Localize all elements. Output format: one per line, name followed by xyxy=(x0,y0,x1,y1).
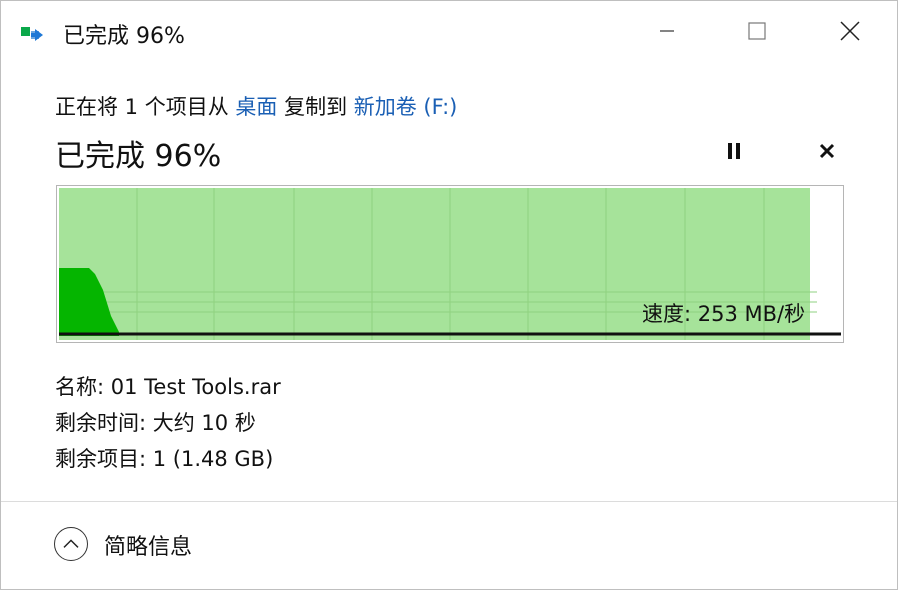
chevron-up-icon xyxy=(54,527,88,561)
footer-divider xyxy=(1,501,897,502)
close-button[interactable] xyxy=(827,11,873,51)
pause-icon xyxy=(728,143,740,159)
description-prefix: 正在将 1 个项目从 xyxy=(55,95,236,119)
maximize-button[interactable] xyxy=(734,11,780,51)
file-name: 名称: 01 Test Tools.rar xyxy=(55,375,281,399)
speed-label: 速度: 253 MB/秒 xyxy=(642,302,806,326)
title-bar: 已完成 96% xyxy=(1,1,897,63)
progress-heading: 已完成 96% xyxy=(55,139,222,174)
copy-file-icon xyxy=(21,23,49,45)
maximize-icon xyxy=(748,22,766,40)
cancel-button[interactable] xyxy=(811,135,843,167)
window-title: 已完成 96% xyxy=(63,24,185,49)
description-middle: 复制到 xyxy=(277,95,354,119)
source-link[interactable]: 桌面 xyxy=(235,95,277,119)
minimize-icon xyxy=(660,30,674,32)
copy-progress-dialog: 已完成 96% 正在将 1 个项目从 桌面 复制到 新加卷 (F:) 已完成 9… xyxy=(0,0,898,590)
cancel-icon xyxy=(819,143,835,159)
close-icon xyxy=(840,21,860,41)
items-remaining: 剩余项目: 1 (1.48 GB) xyxy=(55,447,274,471)
transfer-speed-graph: 速度: 253 MB/秒 xyxy=(56,185,844,343)
pause-button[interactable] xyxy=(718,135,750,167)
time-remaining: 剩余时间: 大约 10 秒 xyxy=(55,411,256,435)
transfer-details: 名称: 01 Test Tools.rar 剩余时间: 大约 10 秒 剩余项目… xyxy=(55,369,281,477)
less-details-label: 简略信息 xyxy=(104,535,193,560)
copy-description: 正在将 1 个项目从 桌面 复制到 新加卷 (F:) xyxy=(55,91,457,121)
minimize-button[interactable] xyxy=(644,11,690,51)
destination-link[interactable]: 新加卷 (F:) xyxy=(354,95,458,119)
